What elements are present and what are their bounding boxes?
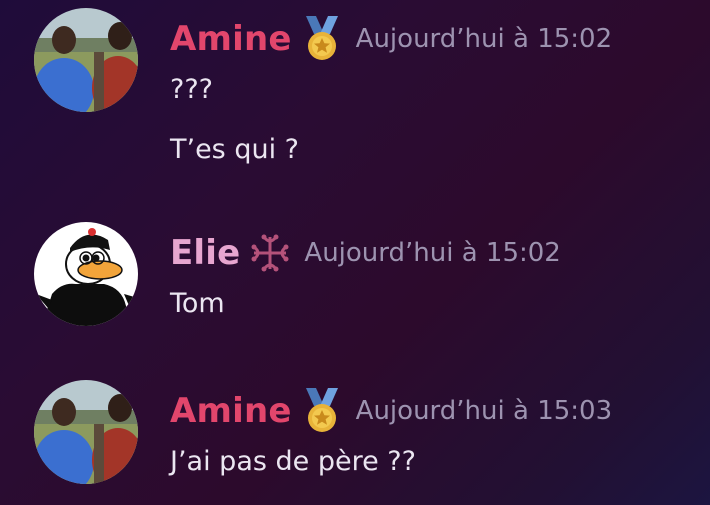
message-text: ??? [170, 74, 213, 105]
medal-icon [305, 388, 338, 432]
timestamp: Aujourd’hui à 15:02 [304, 238, 561, 268]
message-text: J’ai pas de père ?? [170, 446, 416, 477]
avatar-photo [34, 380, 138, 484]
message-text: Tom [170, 288, 225, 319]
chat-messages: Amine Aujourd’hui à 15:02 ??? T’es qui ? [0, 0, 710, 505]
avatar-duck [34, 222, 138, 326]
username[interactable]: Amine [170, 19, 292, 59]
message-text: T’es qui ? [170, 134, 300, 165]
medal-icon [305, 16, 338, 60]
avatar[interactable] [34, 8, 138, 112]
avatar[interactable] [34, 222, 138, 326]
avatar[interactable] [34, 380, 138, 484]
username[interactable]: Amine [170, 391, 292, 431]
occitan-cross-icon [251, 234, 289, 272]
avatar-photo [34, 8, 138, 112]
username[interactable]: Elie [170, 233, 240, 273]
timestamp: Aujourd’hui à 15:02 [355, 24, 613, 54]
timestamp: Aujourd’hui à 15:03 [355, 396, 613, 426]
